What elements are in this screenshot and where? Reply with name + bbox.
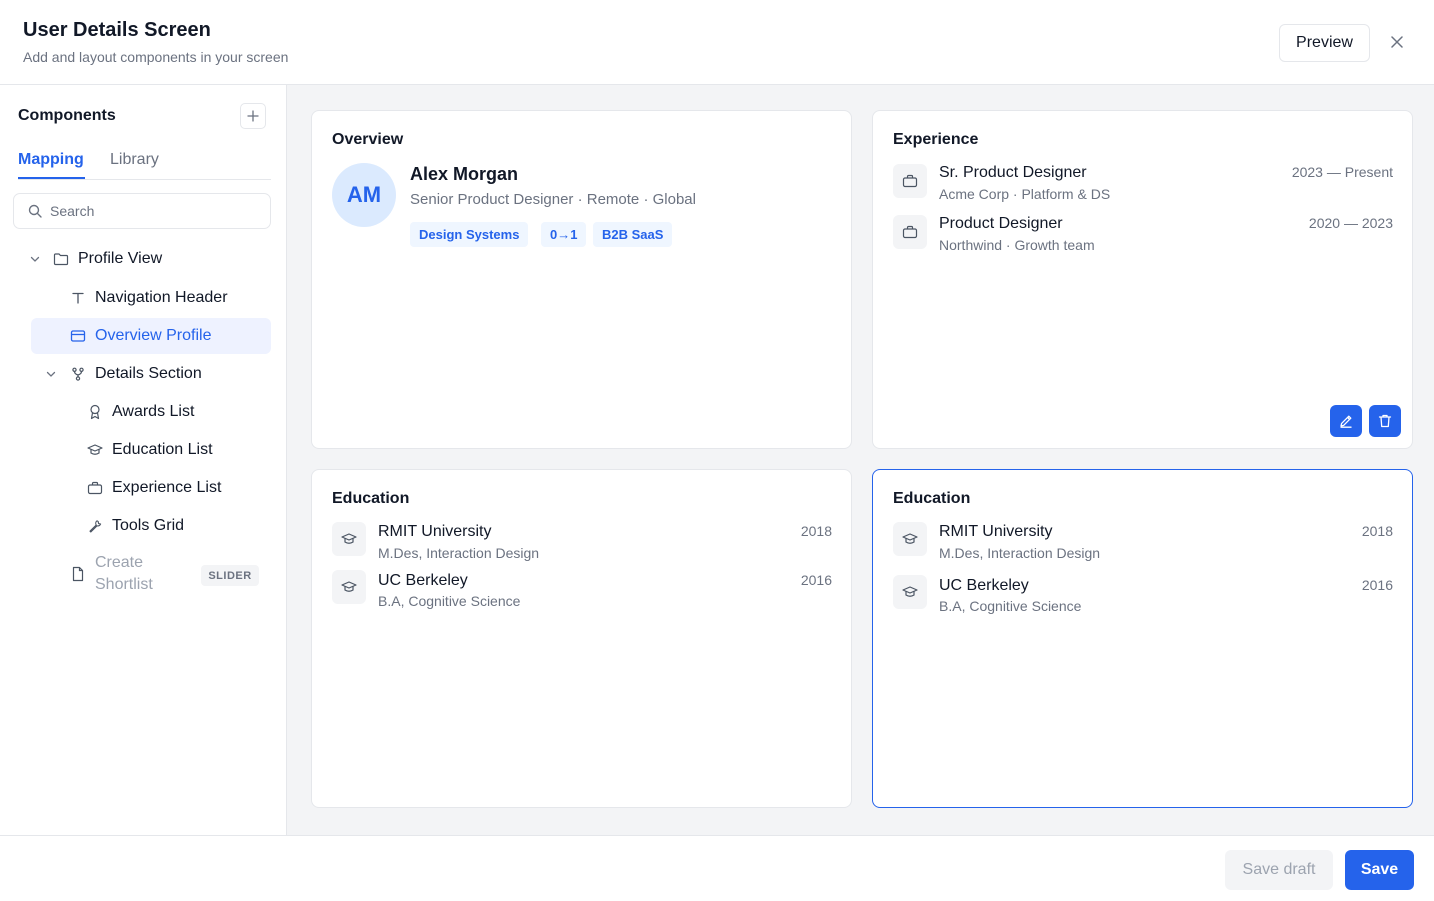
school-name: RMIT University bbox=[378, 523, 492, 540]
briefcase-icon bbox=[893, 215, 927, 249]
components-sidebar: Components Mapping Library Profile View … bbox=[0, 85, 287, 835]
card-title: Overview bbox=[332, 131, 404, 148]
experience-title: Product Designer bbox=[939, 215, 1063, 232]
school-name: RMIT University bbox=[939, 523, 1053, 540]
tree-item-navigation-header[interactable]: Navigation Header bbox=[65, 280, 271, 316]
experience-card[interactable]: Experience Sr. Product Designer Acme Cor… bbox=[872, 110, 1413, 449]
tree-item-label: Overview Profile bbox=[95, 327, 212, 344]
experience-title: Sr. Product Designer bbox=[939, 164, 1087, 181]
experience-company: Northwind · Growth team bbox=[939, 237, 1095, 253]
page-subtitle: Add and layout components in your screen bbox=[23, 49, 289, 65]
tree-item-overview-profile[interactable]: Overview Profile bbox=[31, 318, 271, 354]
experience-date: 2023 — Present bbox=[1291, 164, 1393, 180]
tree-item-profile-view[interactable]: Profile View bbox=[48, 241, 271, 277]
plus-icon bbox=[247, 110, 259, 122]
save-button[interactable]: Save bbox=[1345, 850, 1414, 890]
active-tab-indicator bbox=[18, 177, 85, 179]
overview-card[interactable]: Overview AM Alex Morgan Senior Product D… bbox=[311, 110, 852, 449]
close-icon[interactable] bbox=[1385, 30, 1409, 54]
tab-mapping[interactable]: Mapping bbox=[18, 151, 84, 169]
tree-item-education-list[interactable]: Education List bbox=[82, 432, 271, 468]
tree-item-label: Create Shortlist bbox=[95, 554, 153, 593]
tree-item-label: Details Section bbox=[95, 365, 202, 382]
sidebar-title: Components bbox=[18, 107, 116, 124]
skill-chip: B2B SaaS bbox=[593, 222, 673, 247]
tree-item-label: Tools Grid bbox=[112, 517, 185, 534]
sidebar-tabs: Mapping Library bbox=[18, 141, 271, 180]
graduation-year: 2016 bbox=[800, 572, 832, 588]
school-name: UC Berkeley bbox=[939, 577, 1029, 594]
file-icon bbox=[69, 565, 87, 583]
tree-item-label: Education List bbox=[112, 441, 213, 458]
tree-item-tools-grid[interactable]: Tools Grid bbox=[82, 508, 271, 544]
trash-icon bbox=[1378, 414, 1392, 428]
degree: M.Des, Interaction Design bbox=[378, 545, 540, 561]
card-title: Education bbox=[332, 490, 410, 507]
card-icon bbox=[69, 327, 87, 345]
tree-item-create-shortlist[interactable]: Create Shortlist bbox=[65, 550, 195, 598]
chevron-down-icon[interactable] bbox=[44, 367, 58, 381]
degree: B.A, Cognitive Science bbox=[378, 593, 521, 609]
delete-button[interactable] bbox=[1369, 405, 1401, 437]
screen-header: User Details Screen Add and layout compo… bbox=[0, 0, 1434, 85]
tree-item-experience-list[interactable]: Experience List bbox=[82, 470, 271, 506]
layout-canvas: Overview AM Alex Morgan Senior Product D… bbox=[287, 85, 1434, 835]
search-box bbox=[13, 193, 271, 229]
wrench-icon bbox=[86, 517, 104, 535]
pencil-icon bbox=[1340, 415, 1352, 428]
search-icon bbox=[28, 204, 42, 218]
education-card[interactable]: Education RMIT University M.Des, Interac… bbox=[311, 469, 852, 808]
education-card-selected[interactable]: Education RMIT University M.Des, Interac… bbox=[872, 469, 1413, 808]
experience-date: 2020 — 2023 bbox=[1308, 215, 1393, 231]
page-title: User Details Screen bbox=[23, 19, 211, 41]
briefcase-icon bbox=[86, 479, 104, 497]
tree-item-details-section[interactable]: Details Section bbox=[65, 356, 271, 392]
save-draft-button[interactable]: Save draft bbox=[1225, 850, 1333, 890]
skill-chip: 0→1 bbox=[541, 222, 587, 247]
school-name: UC Berkeley bbox=[378, 572, 468, 589]
award-icon bbox=[86, 403, 104, 421]
graduation-cap-icon bbox=[893, 575, 927, 609]
tab-library[interactable]: Library bbox=[110, 151, 159, 169]
search-input[interactable] bbox=[50, 203, 250, 219]
folder-icon bbox=[52, 250, 70, 268]
graduation-cap-icon bbox=[332, 522, 366, 556]
tree-item-awards-list[interactable]: Awards List bbox=[82, 394, 271, 430]
profile-name: Alex Morgan bbox=[410, 164, 519, 184]
tree-item-label: Profile View bbox=[78, 250, 163, 267]
edit-button[interactable] bbox=[1330, 405, 1362, 437]
skill-chip: Design Systems bbox=[410, 222, 529, 247]
card-title: Experience bbox=[893, 131, 979, 148]
graduation-year: 2018 bbox=[800, 523, 832, 539]
slider-badge: SLIDER bbox=[201, 565, 259, 586]
tree-item-label: Experience List bbox=[112, 479, 222, 496]
experience-company: Acme Corp · Platform & DS bbox=[939, 186, 1111, 202]
add-component-button[interactable] bbox=[240, 103, 266, 129]
graduation-cap-icon bbox=[332, 570, 366, 604]
tree-item-label: Awards List bbox=[112, 403, 195, 420]
chevron-down-icon[interactable] bbox=[28, 252, 42, 266]
tree-item-label: Navigation Header bbox=[95, 289, 228, 306]
branch-icon bbox=[69, 365, 87, 383]
screen-footer: Save draft Save bbox=[0, 835, 1434, 901]
graduation-cap-icon bbox=[893, 522, 927, 556]
degree: B.A, Cognitive Science bbox=[939, 598, 1082, 614]
preview-button[interactable]: Preview bbox=[1279, 24, 1370, 62]
graduation-year: 2018 bbox=[1361, 523, 1393, 539]
text-icon bbox=[69, 289, 87, 307]
graduation-cap-icon bbox=[86, 441, 104, 459]
graduation-year: 2016 bbox=[1361, 577, 1393, 593]
degree: M.Des, Interaction Design bbox=[939, 545, 1101, 561]
profile-role: Senior Product Designer · Remote · Globa… bbox=[410, 191, 696, 208]
card-title: Education bbox=[893, 490, 971, 507]
avatar: AM bbox=[332, 163, 396, 227]
briefcase-icon bbox=[893, 164, 927, 198]
